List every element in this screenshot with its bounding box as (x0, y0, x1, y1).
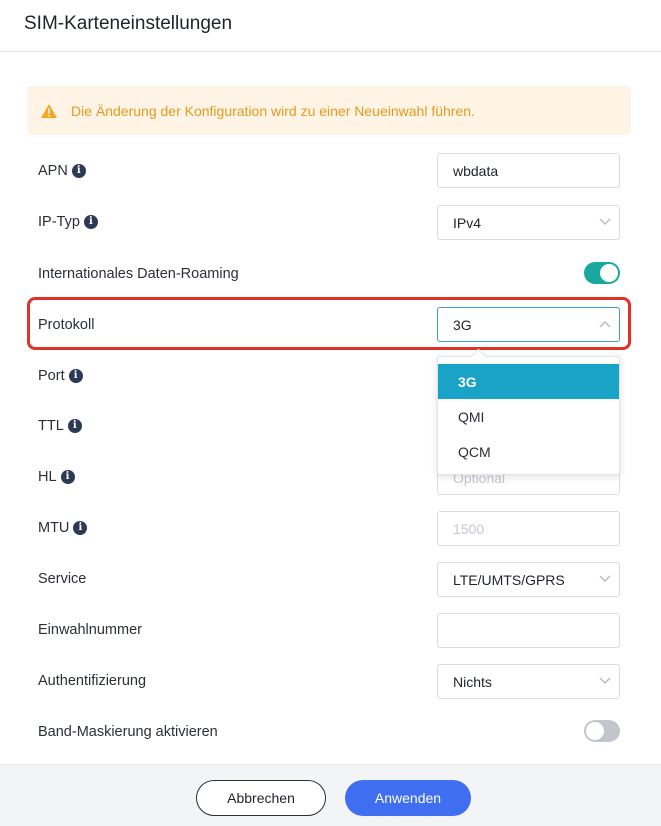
hl-label: HL i (38, 467, 75, 487)
info-icon[interactable]: i (67, 419, 82, 433)
protocol-option-qcm[interactable]: QCM (438, 434, 619, 469)
dial-number-input[interactable] (437, 613, 620, 648)
band-mask-label-text: Band-Maskierung aktivieren (38, 724, 218, 740)
mtu-label-text: MTU (38, 520, 70, 536)
dialog-header: SIM-Karteneinstellungen (0, 0, 661, 52)
mtu-input[interactable]: 1500 (437, 511, 620, 546)
info-icon[interactable]: i (83, 215, 98, 229)
dropdown-caret (470, 348, 487, 365)
dial-number-label-text: Einwahlnummer (38, 622, 142, 638)
port-label-text: Port (38, 368, 65, 384)
roaming-toggle[interactable] (584, 262, 620, 284)
dialog-title: SIM-Karteneinstellungen (24, 13, 233, 34)
chevron-down-icon (599, 218, 611, 225)
apply-button[interactable]: Anwenden (345, 780, 471, 816)
port-label: Port i (38, 366, 83, 386)
protocol-option-qmi[interactable]: QMI (438, 399, 619, 434)
ip-type-value: IPv4 (453, 215, 482, 231)
auth-label: Authentifizierung (38, 671, 146, 691)
chevron-down-icon (599, 575, 611, 582)
service-select[interactable]: LTE/UMTS/GPRS (437, 562, 620, 597)
ttl-label: TTL i (38, 416, 82, 436)
toggle-knob (586, 722, 604, 740)
auth-value: Nichts (453, 674, 492, 690)
service-label: Service (38, 569, 86, 589)
auth-select[interactable]: Nichts (437, 664, 620, 699)
warning-icon (41, 104, 57, 118)
apn-value: wbdata (453, 163, 499, 179)
ip-type-label: IP-Typ i (38, 212, 98, 232)
info-icon[interactable]: i (60, 470, 75, 484)
option-label: QCM (458, 444, 491, 460)
mtu-placeholder: 1500 (453, 521, 485, 537)
mtu-label: MTU i (38, 518, 88, 538)
service-value: LTE/UMTS/GPRS (453, 572, 565, 588)
option-label: 3G (458, 374, 477, 390)
cancel-button[interactable]: Abbrechen (196, 780, 326, 816)
ttl-label-text: TTL (38, 418, 64, 434)
warning-notice: Die Änderung der Konfiguration wird zu e… (27, 86, 631, 135)
option-label: QMI (458, 409, 485, 425)
protocol-option-3g[interactable]: 3G (438, 364, 619, 399)
roaming-label: Internationales Daten-Roaming (38, 264, 239, 284)
auth-label-text: Authentifizierung (38, 673, 147, 689)
roaming-label-text: Internationales Daten-Roaming (38, 266, 239, 282)
dialog-footer: Abbrechen Anwenden (0, 764, 661, 826)
chevron-down-icon (599, 677, 611, 684)
warning-text: Die Änderung der Konfiguration wird zu e… (71, 103, 475, 119)
toggle-knob (600, 264, 618, 282)
apn-label-text: APN (38, 163, 68, 179)
apn-label: APN i (38, 161, 86, 181)
protocol-dropdown: 3G QMI QCM (437, 348, 620, 475)
ip-type-label-text: IP-Typ (38, 214, 80, 230)
service-label-text: Service (38, 571, 87, 587)
info-icon[interactable]: i (71, 164, 86, 178)
hl-label-text: HL (38, 469, 57, 485)
apn-input[interactable]: wbdata (437, 153, 620, 188)
info-icon[interactable]: i (73, 521, 88, 535)
protocol-highlight-box (27, 297, 631, 350)
sim-settings-dialog: SIM-Karteneinstellungen Die Änderung der… (0, 0, 661, 826)
band-mask-label: Band-Maskierung aktivieren (38, 722, 218, 742)
info-icon[interactable]: i (68, 369, 83, 383)
band-mask-toggle[interactable] (584, 720, 620, 742)
dial-number-label: Einwahlnummer (38, 620, 142, 640)
ip-type-select[interactable]: IPv4 (437, 205, 620, 240)
